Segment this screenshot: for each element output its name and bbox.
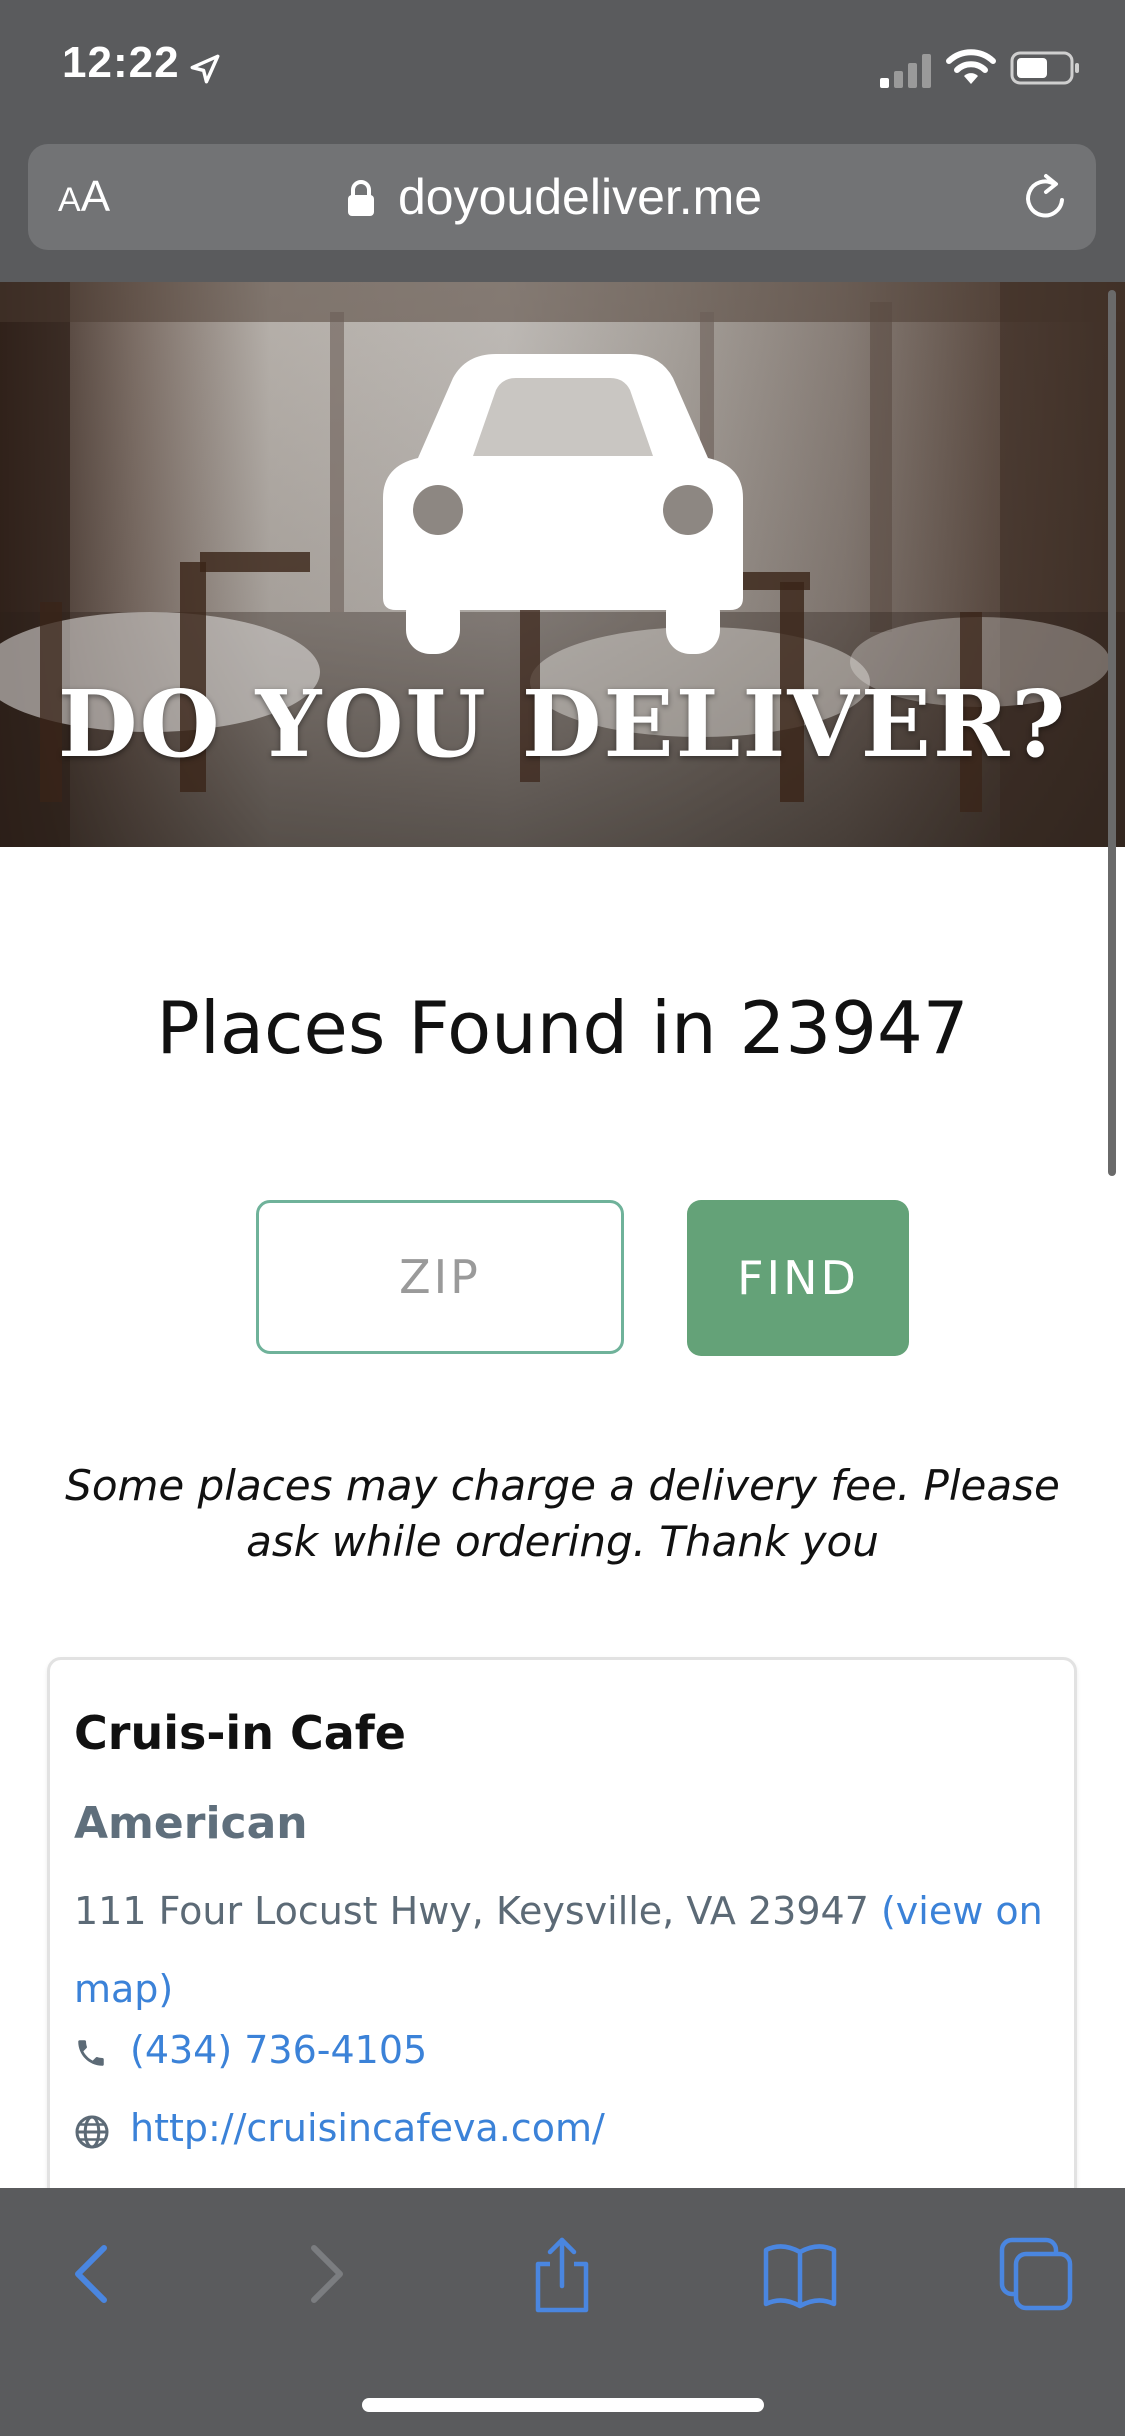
delivery-fee-note: Some places may charge a delivery fee. P…: [65, 1461, 1060, 1566]
status-time: 12:22: [62, 38, 180, 87]
bookmarks-icon[interactable]: [760, 2234, 840, 2314]
wifi-icon: [946, 49, 996, 84]
result-card: Cruis-in Cafe American 111 Four Locust H…: [47, 1657, 1077, 2217]
location-arrow-icon: [190, 54, 220, 84]
forward-icon[interactable]: [286, 2234, 366, 2314]
url-bar[interactable]: AA doyoudeliver.me: [28, 144, 1096, 250]
battery-icon: [1010, 51, 1079, 85]
phone-link[interactable]: (434) 736-4105: [130, 2028, 427, 2072]
address-text: 111 Four Locust Hwy, Keysville, VA 23947: [74, 1889, 869, 1933]
place-name: Cruis-in Cafe: [74, 1706, 406, 1760]
page-title: Places Found in 23947: [156, 986, 969, 1070]
place-address: 111 Four Locust Hwy, Keysville, VA 23947…: [74, 1872, 1044, 2028]
tabs-icon[interactable]: [996, 2234, 1076, 2314]
home-indicator: [362, 2398, 764, 2412]
url-text[interactable]: doyoudeliver.me: [398, 168, 762, 226]
status-bar: 12:22: [0, 0, 1125, 142]
website-link[interactable]: http://cruisincafeva.com/: [130, 2106, 605, 2150]
zip-input[interactable]: [256, 1200, 624, 1354]
find-button[interactable]: FIND: [687, 1200, 909, 1356]
browser-address-area: AA doyoudeliver.me: [0, 142, 1125, 282]
text-size-button[interactable]: AA: [58, 172, 110, 222]
car-icon: [383, 354, 743, 654]
hero-title: DO YOU DELIVER?: [57, 670, 1068, 778]
hero-banner: DO YOU DELIVER?: [0, 282, 1125, 847]
globe-icon: [75, 2115, 109, 2149]
back-icon[interactable]: [52, 2234, 132, 2314]
lock-icon: [348, 180, 374, 216]
cellular-signal-icon: [880, 54, 931, 88]
place-cuisine: American: [74, 1798, 308, 1849]
phone-icon: [78, 2040, 104, 2066]
share-icon[interactable]: [522, 2234, 602, 2314]
reload-icon[interactable]: [1018, 170, 1074, 226]
